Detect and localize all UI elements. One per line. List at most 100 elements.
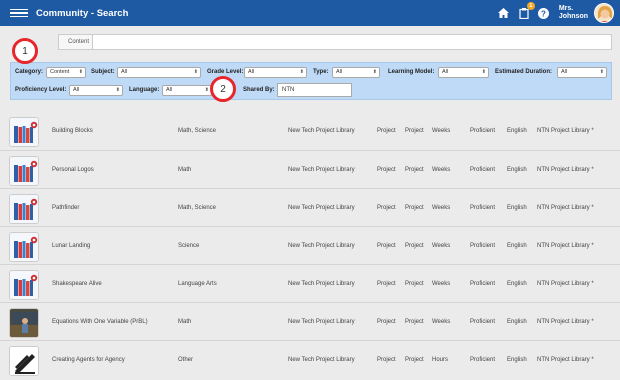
result-title: Shakespeare Alive — [52, 281, 102, 287]
help-icon[interactable]: ? — [537, 6, 551, 20]
result-duration: Weeks — [432, 319, 451, 325]
result-duration: Weeks — [432, 281, 451, 287]
shared-by-input[interactable]: NTN — [277, 83, 352, 97]
result-subject: Language Arts — [178, 281, 217, 287]
result-learning-model: Project — [405, 319, 424, 325]
agency-logo-icon[interactable] — [9, 346, 39, 376]
notifications-icon[interactable]: 1 — [517, 2, 535, 20]
result-library: New Tech Project Library — [288, 167, 355, 173]
books-icon[interactable] — [9, 117, 39, 147]
result-learning-model: Project — [405, 205, 424, 211]
result-duration: Weeks — [432, 128, 451, 134]
result-learning-model: Project — [405, 128, 424, 134]
page-title: Community - Search — [36, 7, 129, 19]
result-learning-model: Project — [405, 357, 424, 363]
result-row[interactable]: Shakespeare Alive Language Arts New Tech P… — [0, 264, 620, 302]
select-arrow-icon: ⬍ — [204, 87, 209, 93]
type-select[interactable]: All ⬍ — [332, 67, 380, 78]
result-title: Lunar Landing — [52, 243, 91, 249]
hamburger-menu-icon[interactable] — [10, 8, 28, 18]
select-arrow-icon: ⬍ — [599, 69, 604, 75]
select-arrow-icon: ⬍ — [481, 69, 486, 75]
result-library: New Tech Project Library — [288, 205, 355, 211]
result-type: Project — [377, 128, 396, 134]
result-proficiency: Proficient — [470, 128, 496, 134]
result-subject: Math — [178, 319, 192, 325]
result-type: Project — [377, 167, 396, 173]
step-marker-1: 1 — [12, 38, 38, 64]
select-arrow-icon: ⬍ — [78, 69, 83, 75]
books-icon[interactable] — [9, 232, 39, 262]
home-icon[interactable] — [497, 6, 511, 20]
result-shared-by: NTN Project Library * — [537, 167, 594, 173]
books-icon[interactable] — [9, 270, 39, 300]
result-shared-by: NTN Project Library * — [537, 357, 594, 363]
select-arrow-icon: ⬍ — [115, 87, 120, 93]
result-row[interactable]: Pathfinder Math, Science New Tech Project … — [0, 188, 620, 226]
result-proficiency: Proficient — [470, 167, 496, 173]
learning-model-label: Learning Model: — [388, 69, 435, 75]
notification-badge: 1 — [526, 2, 535, 10]
header-actions: 1 ? Mrs. Johnson — [491, 0, 614, 26]
result-proficiency: Proficient — [470, 357, 496, 363]
proficiency-level-label: Proficiency Level: — [15, 87, 67, 93]
result-title: Creating Agents for Agency — [52, 357, 125, 363]
type-label: Type: — [313, 69, 329, 75]
result-library: New Tech Project Library — [288, 357, 355, 363]
result-subject: Other — [178, 357, 194, 363]
shared-by-label: Shared By: — [243, 87, 275, 93]
result-language: English — [507, 319, 527, 325]
content-search-input[interactable] — [92, 34, 612, 50]
result-type: Project — [377, 243, 396, 249]
content-search-row: Content — [10, 34, 612, 50]
result-shared-by: NTN Project Library * — [537, 281, 594, 287]
photo-thumbnail[interactable] — [9, 308, 39, 338]
result-subject: Math, Science — [178, 205, 217, 211]
result-subject: Math — [178, 167, 192, 173]
result-type: Project — [377, 205, 396, 211]
result-duration: Weeks — [432, 243, 451, 249]
subject-label: Subject: — [91, 69, 115, 75]
results-list: Building Blocks Math, Science New Tech Pro… — [0, 112, 620, 378]
result-shared-by: NTN Project Library * — [537, 128, 594, 134]
result-learning-model: Project — [405, 281, 424, 287]
result-library: New Tech Project Library — [288, 319, 355, 325]
learning-model-select[interactable]: All ⬍ — [438, 67, 489, 78]
language-select[interactable]: All ⬍ — [162, 85, 212, 96]
grade-level-select[interactable]: All ⬍ — [244, 67, 307, 78]
select-arrow-icon: ⬍ — [193, 69, 198, 75]
estimated-duration-select[interactable]: All ⬍ — [557, 67, 607, 78]
books-icon[interactable] — [9, 156, 39, 186]
result-library: New Tech Project Library — [288, 281, 355, 287]
top-navigation-bar: Community - Search 1 ? Mrs. Johnson — [0, 0, 620, 26]
select-arrow-icon: ⬍ — [372, 69, 377, 75]
result-row[interactable]: Creating Agents for Agency Other New Tech … — [0, 340, 620, 378]
proficiency-level-select[interactable]: All ⬍ — [69, 85, 123, 96]
result-shared-by: NTN Project Library * — [537, 319, 594, 325]
result-row[interactable]: Personal Logos Math New Tech Project Libra… — [0, 150, 620, 188]
svg-text:?: ? — [541, 9, 546, 18]
category-label: Category: — [15, 69, 44, 75]
result-language: English — [507, 205, 527, 211]
result-title: Equations With One Variable (PrBL) — [52, 319, 148, 325]
result-type: Project — [377, 357, 396, 363]
result-title: Building Blocks — [52, 128, 93, 134]
select-arrow-icon: ⬍ — [299, 69, 304, 75]
category-select[interactable]: Content ⬍ — [46, 67, 86, 78]
estimated-duration-label: Estimated Duration: — [495, 69, 553, 75]
result-shared-by: NTN Project Library * — [537, 205, 594, 211]
step-marker-2: 2 — [210, 76, 236, 102]
avatar[interactable] — [594, 3, 614, 23]
user-name[interactable]: Mrs. Johnson — [559, 5, 588, 21]
result-language: English — [507, 128, 527, 134]
books-icon[interactable] — [9, 194, 39, 224]
result-language: English — [507, 167, 527, 173]
result-row[interactable]: Equations With One Variable (PrBL) Math Ne… — [0, 302, 620, 340]
result-row[interactable]: Lunar Landing Science New Tech Project Lib… — [0, 226, 620, 264]
result-subject: Math, Science — [178, 128, 217, 134]
subject-select[interactable]: All ⬍ — [117, 67, 201, 78]
result-title: Personal Logos — [52, 167, 94, 173]
result-library: New Tech Project Library — [288, 243, 355, 249]
language-label: Language: — [129, 87, 160, 93]
result-row[interactable]: Building Blocks Math, Science New Tech Pro… — [0, 112, 620, 150]
